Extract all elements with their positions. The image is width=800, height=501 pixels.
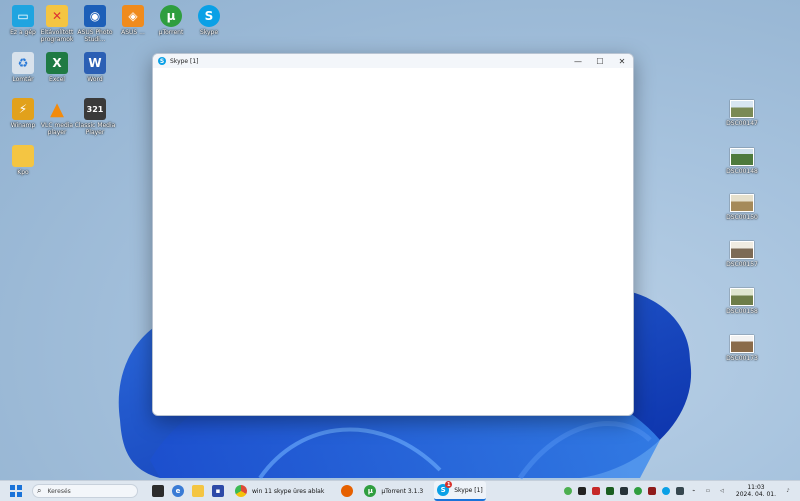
photo-thumbnail-icon — [730, 241, 754, 259]
volume-icon[interactable]: ◁ — [718, 487, 726, 495]
window-content — [153, 68, 633, 415]
search-placeholder: Keresés — [47, 487, 71, 495]
photo-app-icon: ◉ — [84, 5, 106, 27]
photo-thumbnail-icon — [730, 194, 754, 212]
notification-bell-icon[interactable]: ♪ — [784, 487, 792, 495]
system-tray: ⌁ ▭ ◁ 11:03 2024. 04. 01. ♪ — [563, 481, 800, 501]
minimize-button[interactable]: — — [567, 54, 589, 68]
taskbar-search[interactable]: ⌕ Keresés — [32, 484, 138, 498]
clock-date: 2024. 04. 01. — [735, 491, 776, 498]
taskbar-app-chrome[interactable]: win 11 skype üres ablak — [232, 482, 327, 500]
vlc-icon: ▲ — [50, 98, 64, 120]
skype-icon: S — [158, 57, 166, 65]
asus-icon: ◈ — [122, 5, 144, 27]
network-icon[interactable]: ▭ — [704, 487, 712, 495]
tray-app-icon[interactable] — [591, 487, 600, 495]
clock[interactable]: 11:03 2024. 04. 01. — [736, 484, 776, 498]
chrome-icon — [235, 485, 247, 497]
tray-app-icon[interactable] — [605, 487, 614, 495]
desktop-icon-photo[interactable]: DSC00173 — [719, 335, 765, 362]
skype-window[interactable]: S Skype [1] — ☐ ✕ — [152, 53, 634, 416]
window-title: Skype [1] — [170, 57, 199, 65]
desktop-icon-photo[interactable]: DSC00157 — [719, 241, 765, 268]
desktop-icon-photo[interactable]: DSC00158 — [719, 288, 765, 315]
file-explorer-icon[interactable] — [192, 485, 204, 497]
photo-thumbnail-icon — [730, 335, 754, 353]
taskbar-app-skype[interactable]: S 1 Skype [1] — [434, 481, 486, 501]
tray-utorrent-icon[interactable] — [633, 487, 642, 495]
folder-icon — [12, 145, 34, 167]
tray-app-icon[interactable] — [619, 487, 628, 495]
tray-app-icon[interactable] — [675, 487, 684, 495]
usb-icon[interactable]: ⌁ — [690, 487, 698, 495]
excel-icon: X — [46, 52, 68, 74]
computer-icon: ▭ — [12, 5, 34, 27]
window-titlebar[interactable]: S Skype [1] — ☐ ✕ — [153, 54, 633, 68]
photo-thumbnail-icon — [730, 148, 754, 166]
recycle-bin-icon: ♻ — [12, 52, 34, 74]
tray-app-icon[interactable] — [647, 487, 656, 495]
desktop-icon-skype[interactable]: S Skype — [186, 5, 232, 36]
tray-app-icon[interactable] — [577, 487, 586, 495]
start-button[interactable] — [10, 485, 22, 497]
taskbar-app-utorrent[interactable]: µ µTorrent 3.1.3 — [361, 482, 426, 500]
desktop-icon-photo[interactable]: DSC00147 — [719, 100, 765, 127]
photo-thumbnail-icon — [730, 288, 754, 306]
desktop-icon-kpo-folder[interactable]: Kpo — [0, 145, 46, 176]
utorrent-icon: µ — [364, 485, 377, 497]
utorrent-icon: µ — [160, 5, 182, 27]
task-view-icon[interactable] — [152, 485, 164, 497]
word-icon: W — [84, 52, 106, 74]
desktop-icon-media-player[interactable]: 321 Classic Media Player — [72, 98, 118, 136]
edge-icon[interactable]: e — [172, 485, 184, 497]
close-button[interactable]: ✕ — [611, 54, 633, 68]
desktop-icon-photo[interactable]: DSC00148 — [719, 148, 765, 175]
photo-thumbnail-icon — [730, 100, 754, 118]
tray-app-icon[interactable] — [661, 487, 670, 495]
desktop-icon-photo[interactable]: DSC00150 — [719, 194, 765, 221]
search-icon: ⌕ — [37, 486, 42, 495]
media-player-icon: 321 — [84, 98, 106, 120]
clock-time: 11:03 — [747, 484, 765, 491]
notification-badge: 1 — [445, 481, 453, 488]
maximize-button[interactable]: ☐ — [589, 54, 611, 68]
skype-icon: S 1 — [437, 481, 453, 496]
taskbar: ⌕ Keresés e ▪ win 11 skype üres ablak µ … — [0, 480, 800, 501]
skype-icon: S — [198, 5, 220, 27]
firefox-icon[interactable] — [341, 485, 354, 497]
desktop-icon-word[interactable]: W Word — [72, 52, 118, 83]
save-icon[interactable]: ▪ — [212, 485, 224, 497]
folder-icon: ✕ — [46, 5, 68, 27]
tray-app-icon[interactable] — [563, 487, 572, 495]
winamp-icon: ⚡ — [12, 98, 34, 120]
